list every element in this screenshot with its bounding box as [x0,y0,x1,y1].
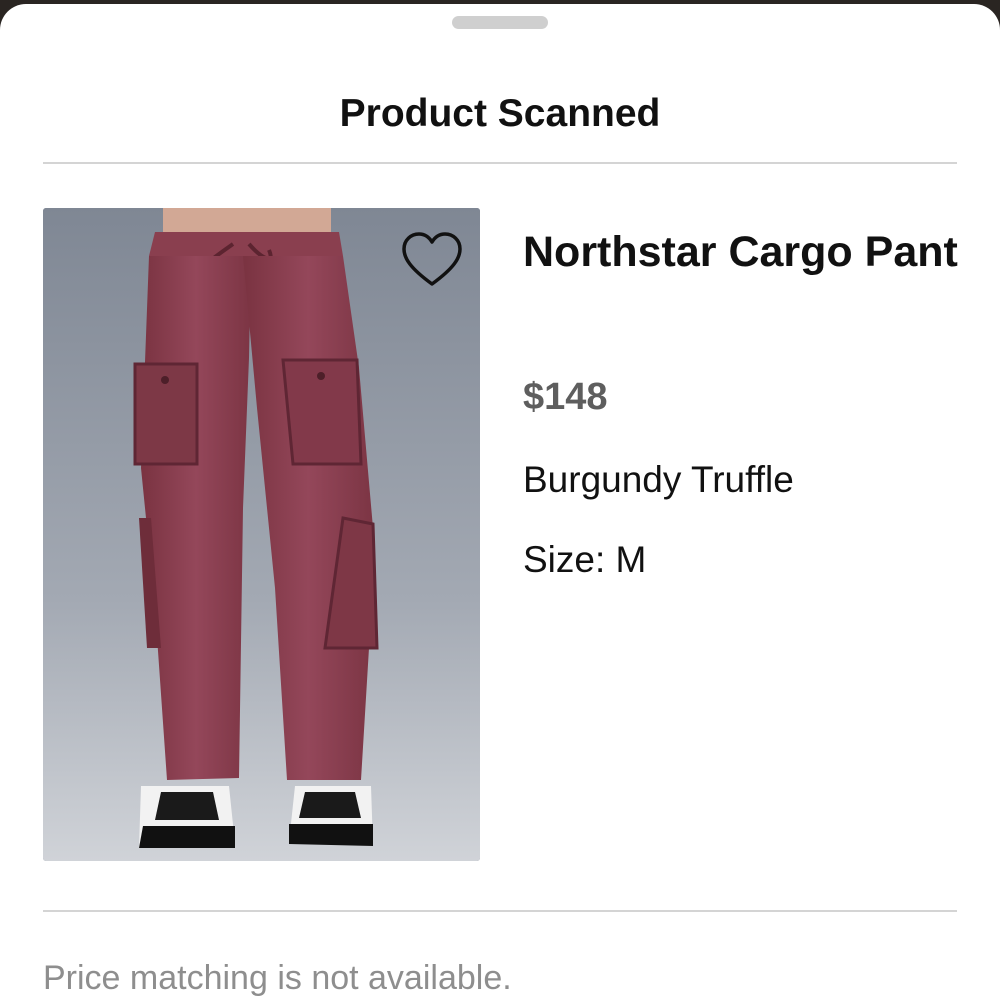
price-matching-note: Price matching is not available. [43,959,512,997]
sheet-drag-handle[interactable] [452,16,548,29]
product-image[interactable] [43,208,480,861]
product-color-name: Burgundy Truffle [523,459,794,500]
size-label: Size: [523,539,606,580]
sheet-title: Product Scanned [339,92,661,135]
product-price: $148 [523,376,608,418]
size-value: M [615,539,647,580]
product-size: Size: M [523,539,646,581]
product-scanned-sheet: Product Scanned Northstar Cargo Pant $14… [0,4,1000,1004]
heart-outline-icon[interactable] [400,230,464,290]
product-photo-illustration [43,208,480,861]
footer-divider [43,910,957,912]
header-divider [43,162,957,164]
product-name: Northstar Cargo Pant [523,228,958,276]
